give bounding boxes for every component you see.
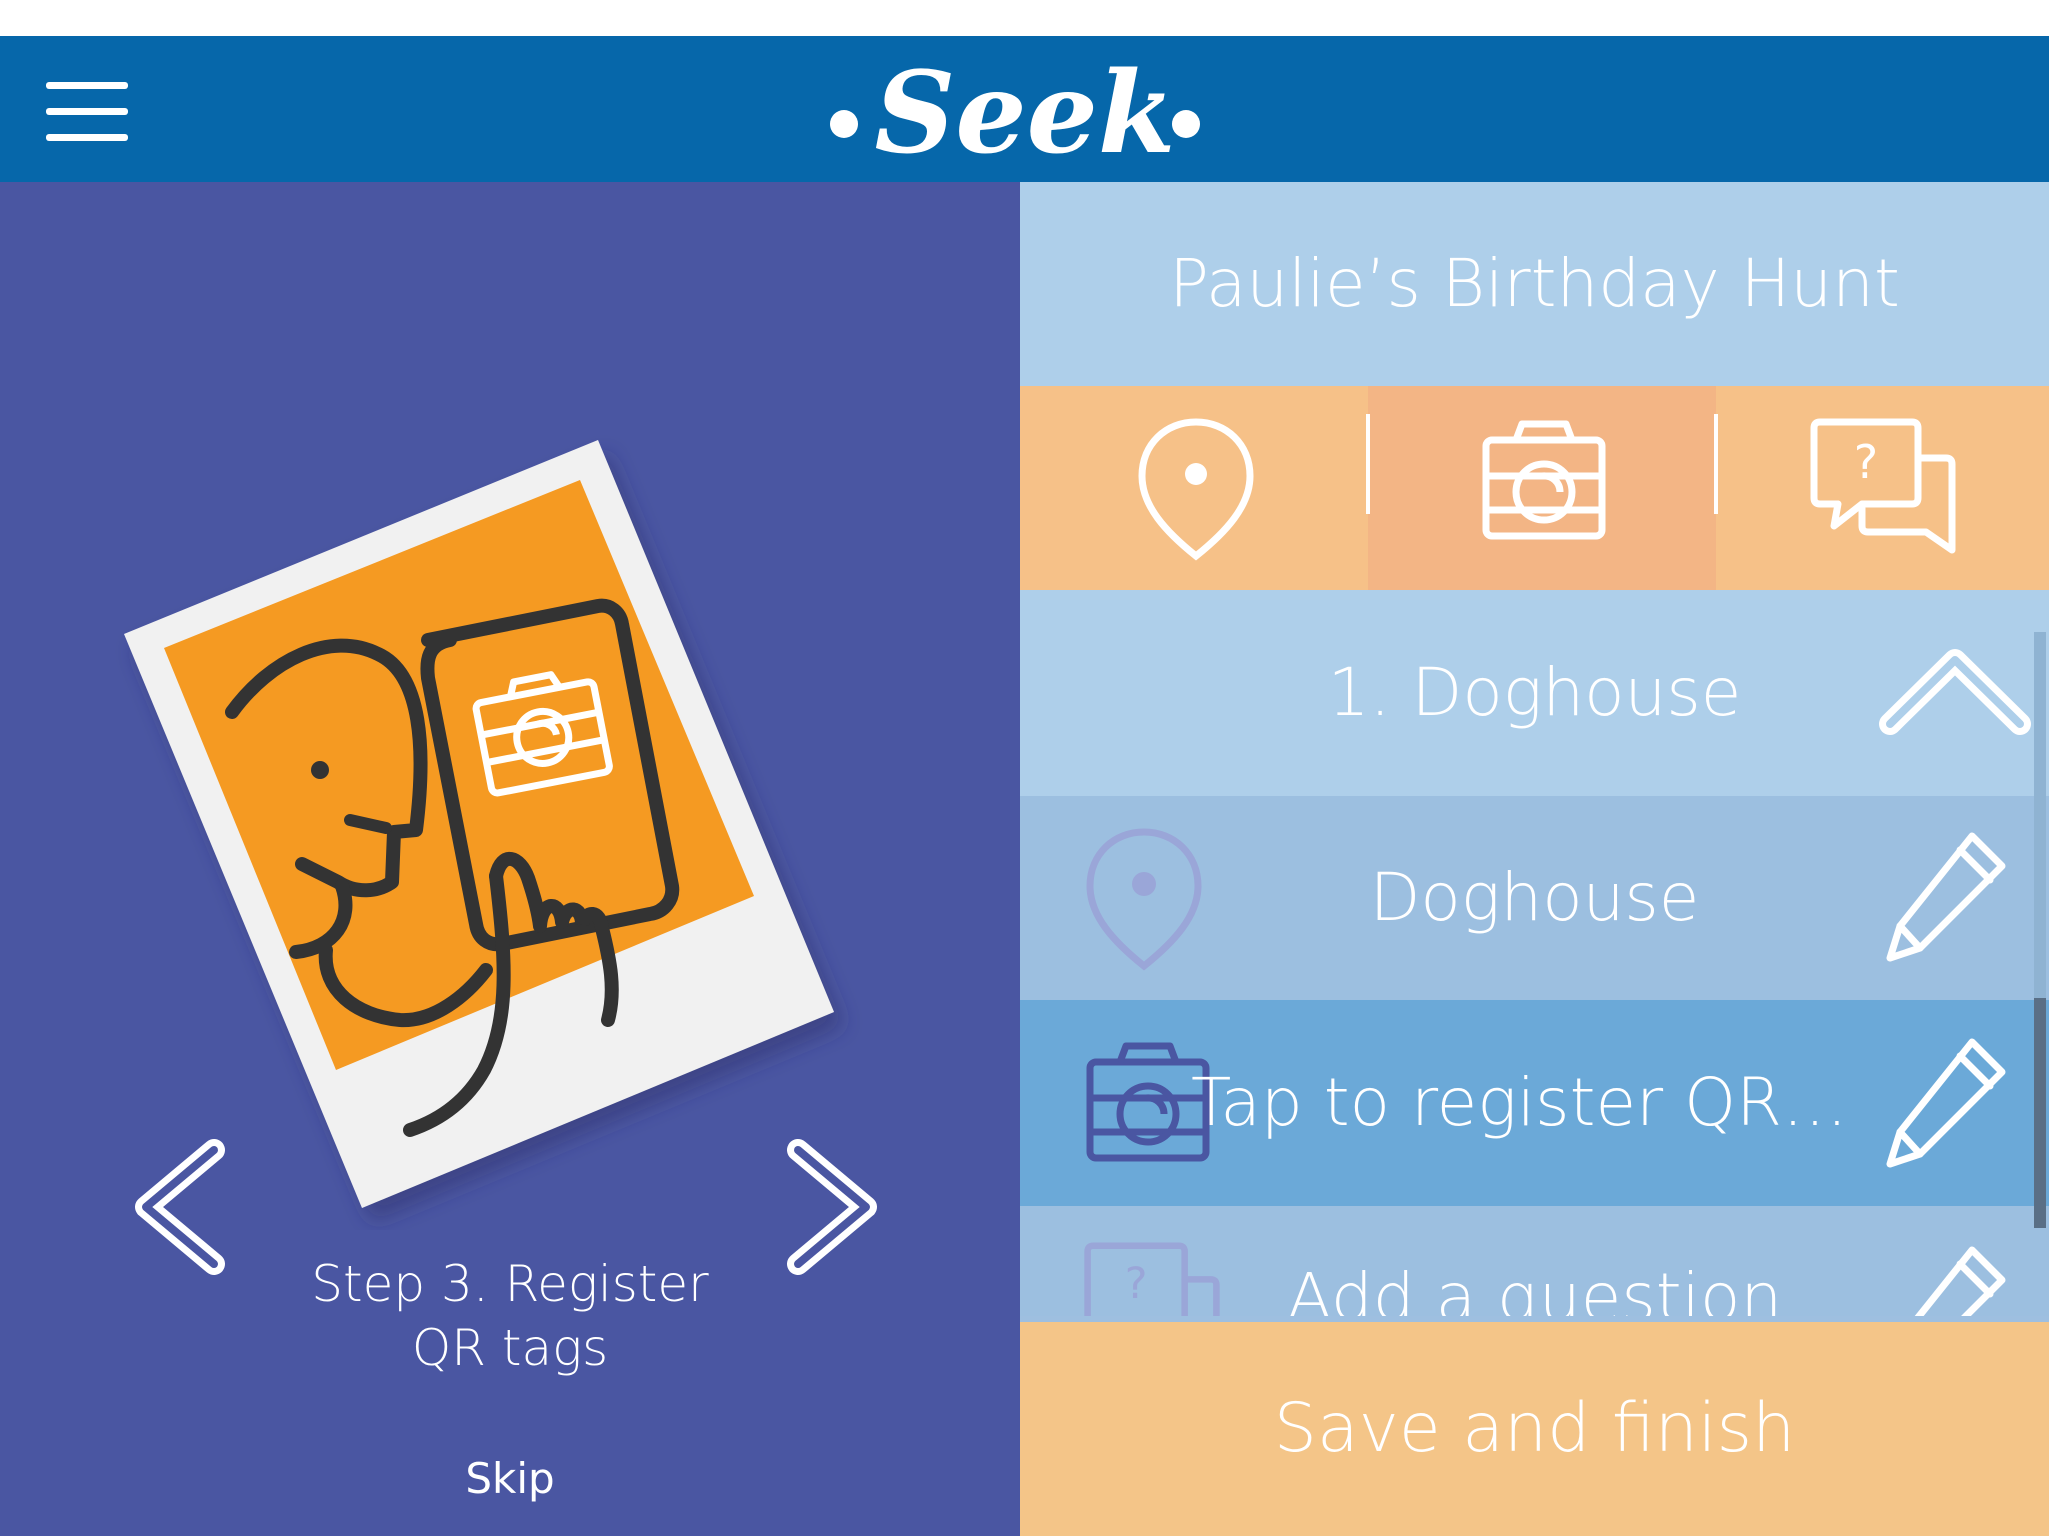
clue-row-question[interactable]: ? Add a question (1020, 1206, 2049, 1316)
clue-type-bar: ? (1020, 386, 2049, 590)
hunt-editor-panel: Paulie’s Birthday Hunt ? 1. Doghouse Dog… (1020, 182, 2049, 1536)
pencil-icon[interactable] (1880, 828, 2010, 968)
step-caption: Step 3. Register QR tags (200, 1252, 820, 1380)
app-logo: Seek (820, 50, 1230, 180)
app-name: Seek (874, 48, 1176, 179)
pencil-icon[interactable] (1880, 1034, 2010, 1174)
tab-question[interactable]: ? (1716, 386, 2049, 590)
tab-location[interactable] (1020, 386, 1368, 590)
pencil-icon[interactable] (1880, 1242, 2010, 1316)
tab-separator (1714, 414, 1718, 514)
logo-dot-right (1172, 110, 1200, 138)
camera-icon (1482, 420, 1606, 540)
step-caption-line2: QR tags (411, 1319, 609, 1377)
clue-header[interactable]: 1. Doghouse (1020, 590, 2049, 796)
hunt-title[interactable]: Paulie’s Birthday Hunt (1020, 182, 2049, 386)
skip-link[interactable]: Skip (400, 1452, 620, 1506)
hamburger-menu-icon[interactable] (40, 78, 134, 144)
clue-row-location[interactable]: Doghouse (1020, 796, 2049, 1000)
svg-text:?: ? (1854, 435, 1878, 489)
chevron-up-icon[interactable] (1870, 638, 2040, 748)
map-pin-icon (1138, 418, 1254, 561)
scrollbar-thumb[interactable] (2034, 998, 2046, 1228)
person-holding-phone-camera-illustration (110, 430, 870, 1230)
tab-separator (1366, 414, 1370, 514)
save-and-finish-button[interactable]: Save and finish (1020, 1322, 2049, 1536)
clue-row-photo[interactable]: Tap to register QR… (1020, 1000, 2049, 1206)
question-chat-icon: ? (1810, 418, 1956, 554)
step-caption-line1: Step 3. Register (311, 1255, 709, 1313)
tab-photo[interactable] (1368, 386, 1716, 590)
register-qr-label: Tap to register QR… (1191, 1064, 1848, 1141)
